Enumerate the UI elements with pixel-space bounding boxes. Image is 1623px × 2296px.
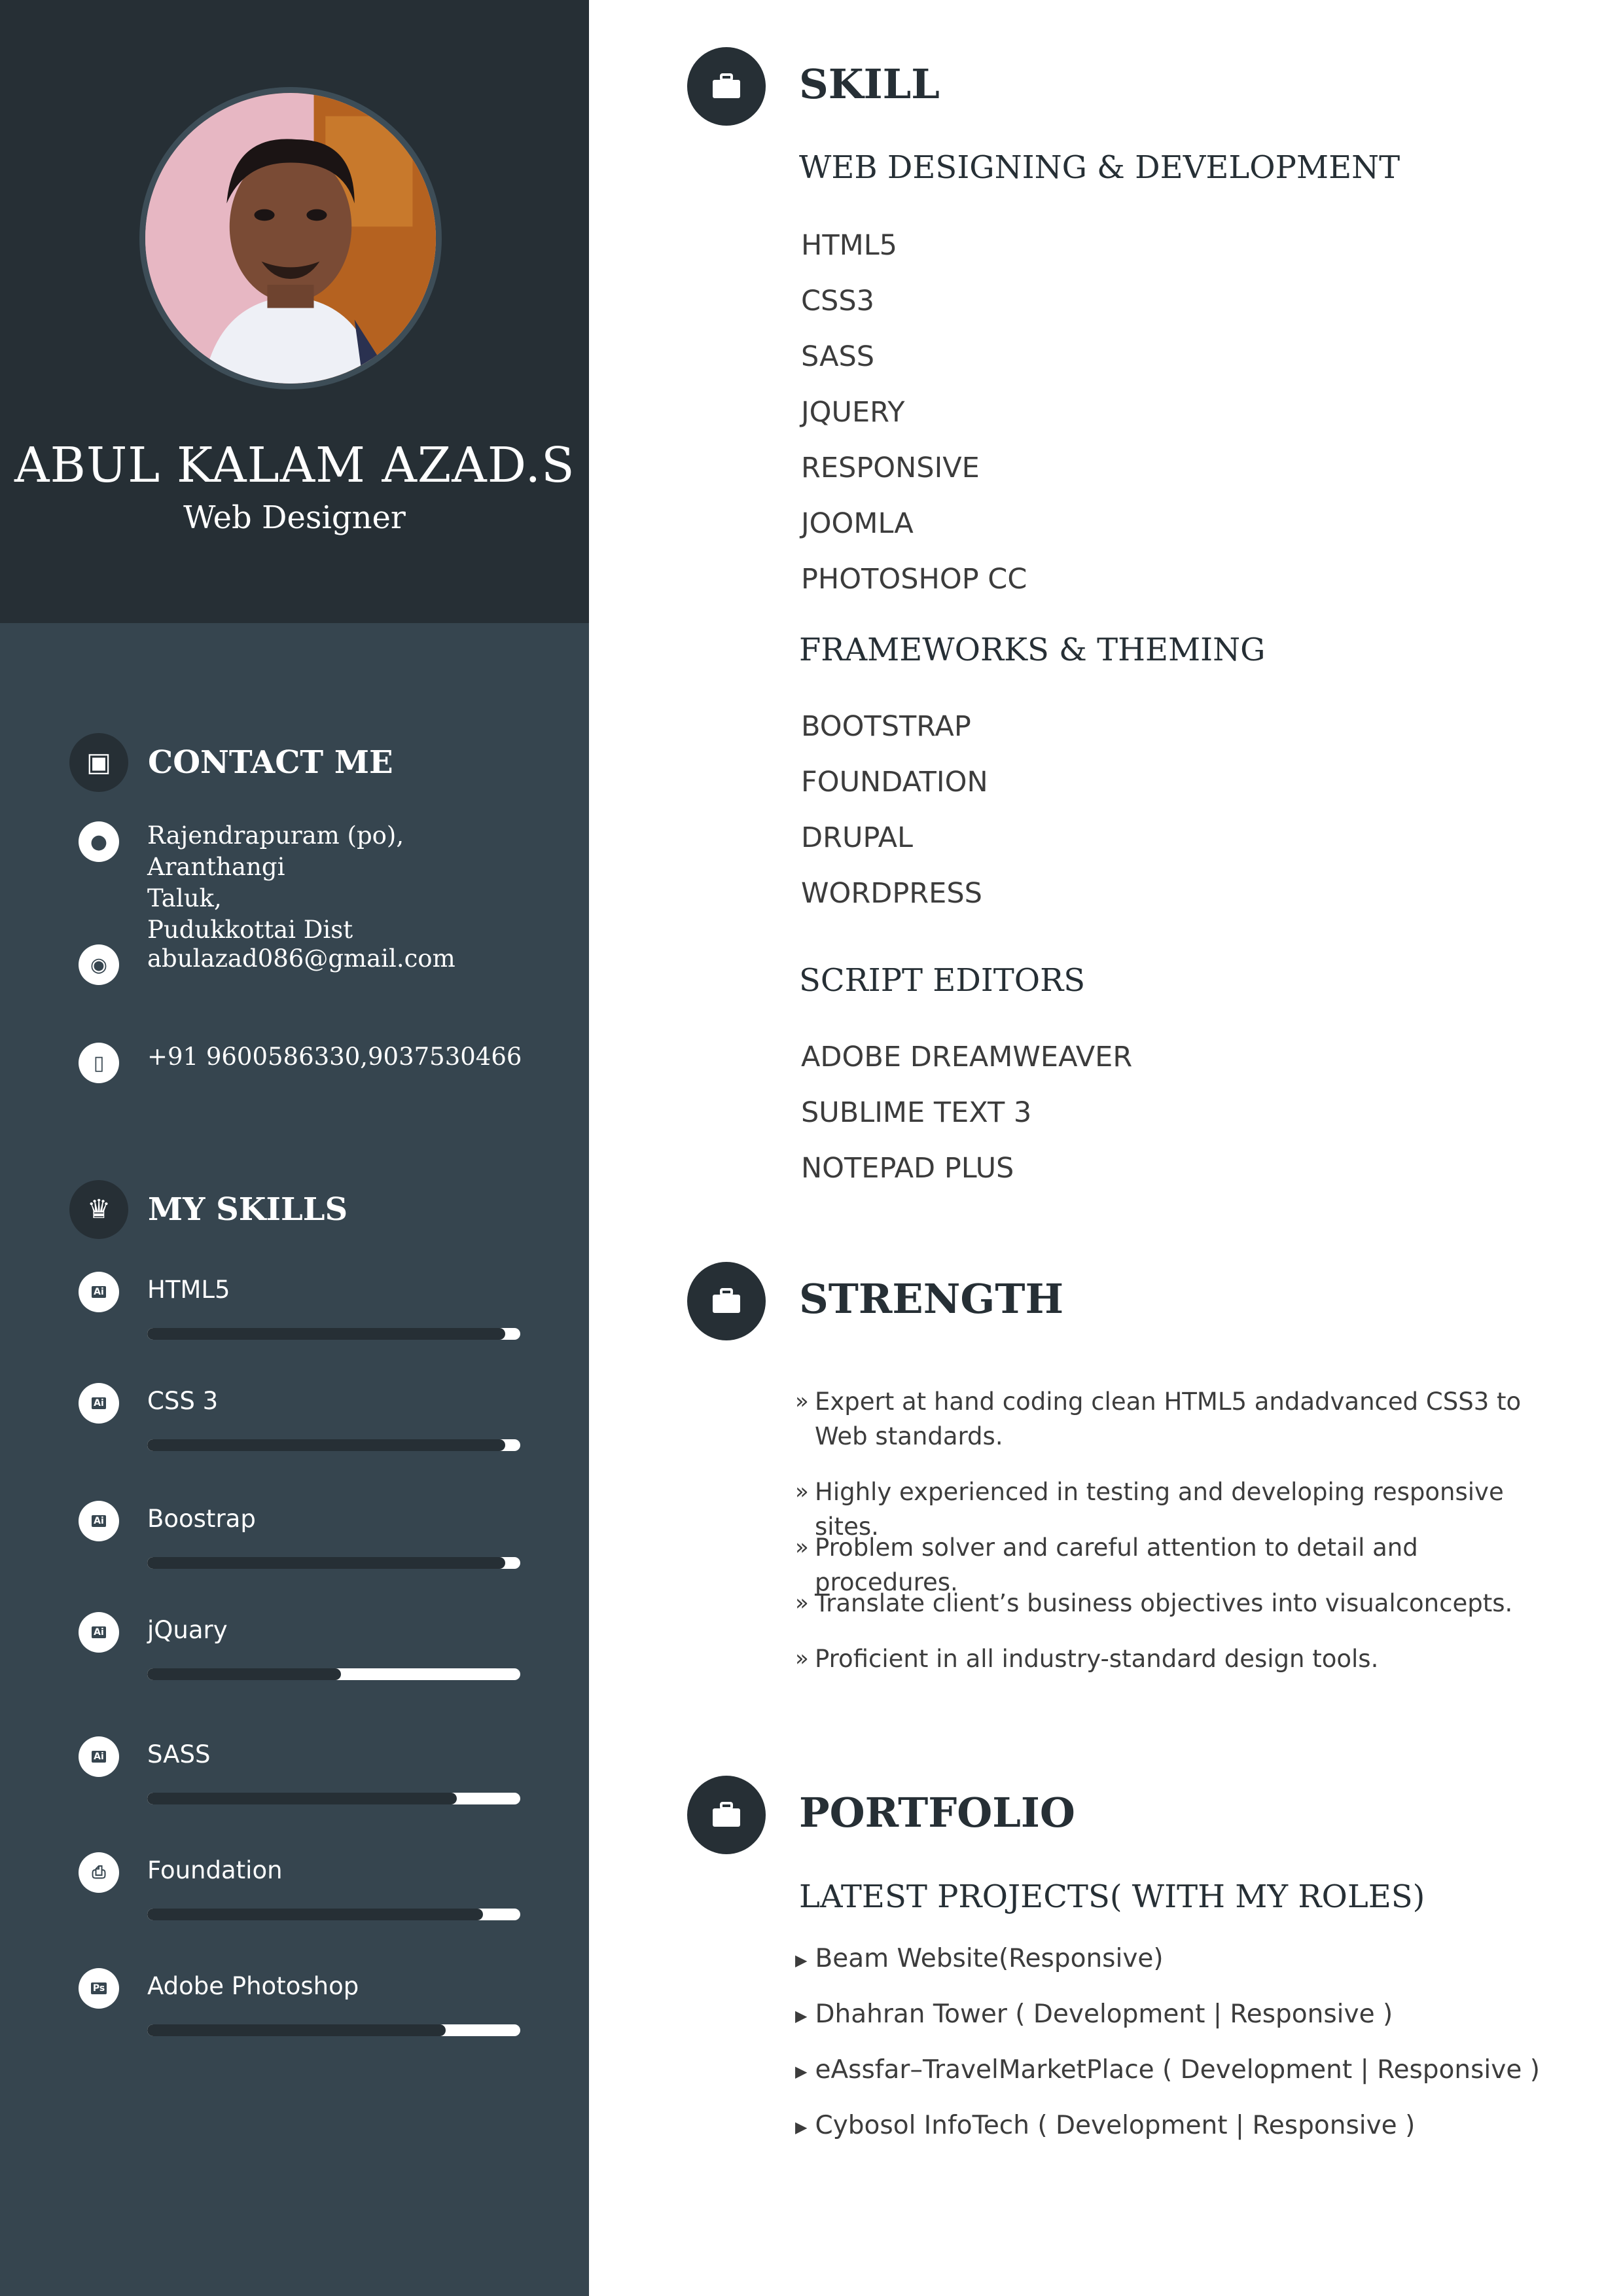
phone-text: +91 9600586330,9037530466 <box>147 1043 522 1071</box>
bullet: » <box>795 1479 809 1505</box>
bullet: » <box>795 1388 809 1414</box>
latest-projects-heading: LATEST PROJECTS( WITH MY ROLES) <box>799 1878 1425 1915</box>
project-item: ▶ Dhahran Tower ( Development | Responsiv… <box>795 2000 1393 2029</box>
portfolio-heading: PORTFOLIO <box>799 1789 1075 1837</box>
skill-progress <box>147 1328 520 1340</box>
contact-email: ◉ abulazad086@gmail.com <box>79 944 533 985</box>
triangle-bullet-icon: ▶ <box>795 2006 808 2025</box>
strength-item: » Translate client’s business objectives … <box>795 1586 1528 1621</box>
triangle-bullet-icon: ▶ <box>795 2117 808 2136</box>
ps-file-icon: Ps <box>79 1968 119 2009</box>
ai-file-icon: Ai <box>79 1736 119 1777</box>
framework-item: BOOTSTRAP <box>801 710 971 743</box>
map-pin-icon: ● <box>79 821 119 862</box>
email-text: abulazad086@gmail.com <box>147 944 455 973</box>
web-skill-item: JOOMLA <box>801 507 914 540</box>
ai-file-icon: Ai <box>79 1272 119 1312</box>
skill-label: Foundation <box>147 1856 283 1884</box>
profile-photo <box>145 93 436 384</box>
profile-name: ABUL KALAM AZAD.S <box>14 437 575 493</box>
project-item: ▶ Cybosol InfoTech ( Development | Respon… <box>795 2111 1416 2140</box>
contact-heading: ▣ CONTACT ME <box>69 733 393 792</box>
briefcase-icon <box>687 47 766 126</box>
skill-heading: SKILL <box>799 60 940 108</box>
triangle-bullet-icon: ▶ <box>795 1950 808 1969</box>
skill-progress <box>147 2024 520 2036</box>
editor-item: NOTEPAD PLUS <box>801 1152 1014 1185</box>
bullet: » <box>795 1645 809 1672</box>
briefcase-icon <box>687 1262 766 1340</box>
strength-item: » Expert at hand coding clean HTML5 andad… <box>795 1384 1528 1454</box>
skill-label: CSS 3 <box>147 1387 219 1415</box>
script-editors-heading: SCRIPT EDITORS <box>799 962 1086 999</box>
skill-progress <box>147 1439 520 1451</box>
skill-progress <box>147 1557 520 1569</box>
web-skill-item: HTML5 <box>801 229 898 262</box>
triangle-bullet-icon: ▶ <box>795 2062 808 2081</box>
my-skills-heading-text: MY SKILLS <box>148 1191 348 1228</box>
web-skill-item: JQUERY <box>801 396 905 429</box>
skill-label: Adobe Photoshop <box>147 1972 359 2000</box>
strength-heading: STRENGTH <box>799 1275 1064 1323</box>
bullet: » <box>795 1534 809 1560</box>
framework-item: WORDPRESS <box>801 877 982 910</box>
contact-heading-text: CONTACT ME <box>148 744 393 781</box>
strength-item: » Proficient in all industry-standard des… <box>795 1641 1528 1676</box>
ai-file-icon: Ai <box>79 1612 119 1653</box>
project-item: ▶ Beam Website(Responsive) <box>795 1944 1164 1973</box>
skill-label: Boostrap <box>147 1505 256 1533</box>
web-design-heading: WEB DESIGNING & DEVELOPMENT <box>799 149 1400 186</box>
skill-progress <box>147 1793 520 1804</box>
briefcase-icon <box>687 1776 766 1854</box>
phone-icon: ▯ <box>79 1043 119 1083</box>
address-text: Rajendrapuram (po), Aranthangi Taluk, Pu… <box>147 821 404 944</box>
web-skill-item: PHOTOSHOP CC <box>801 563 1027 596</box>
profile-title: Web Designer <box>183 499 406 536</box>
ai-file-icon: Ai <box>79 1501 119 1541</box>
my-skills-heading: ♛ MY SKILLS <box>69 1180 348 1239</box>
globe-icon: ◉ <box>79 944 119 985</box>
skill-progress <box>147 1668 520 1680</box>
editor-item: ADOBE DREAMWEAVER <box>801 1041 1133 1073</box>
web-skill-item: SASS <box>801 340 875 373</box>
contact-address: ● Rajendrapuram (po), Aranthangi Taluk, … <box>79 821 533 946</box>
printer-icon: ⎙ <box>79 1852 119 1893</box>
editor-item: SUBLIME TEXT 3 <box>801 1096 1032 1129</box>
contact-phone: ▯ +91 9600586330,9037530466 <box>79 1043 533 1083</box>
ai-file-icon: Ai <box>79 1383 119 1424</box>
skill-label: HTML5 <box>147 1276 230 1304</box>
skill-progress <box>147 1909 520 1920</box>
web-skill-item: RESPONSIVE <box>801 452 980 484</box>
framework-item: FOUNDATION <box>801 766 988 798</box>
frameworks-heading: FRAMEWORKS & THEMING <box>799 632 1266 668</box>
skill-label: jQuary <box>147 1616 228 1644</box>
skill-label: SASS <box>147 1740 211 1768</box>
project-item: ▶ eAssfar–TravelMarketPlace ( Development… <box>795 2055 1540 2085</box>
framework-item: DRUPAL <box>801 821 914 854</box>
bullet: » <box>795 1590 809 1616</box>
crown-icon: ♛ <box>69 1180 128 1239</box>
contact-card-icon: ▣ <box>69 733 128 792</box>
web-skill-item: CSS3 <box>801 285 874 317</box>
avatar <box>139 87 442 389</box>
